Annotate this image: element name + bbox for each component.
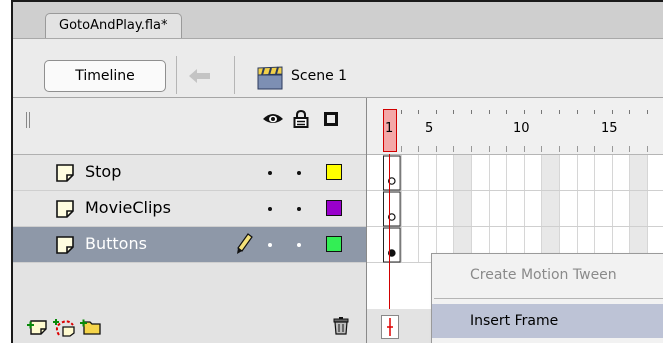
- edit-bar: Timeline Scene 1: [13, 39, 663, 98]
- visibility-dot[interactable]: [268, 243, 272, 247]
- timeline-button[interactable]: Timeline: [44, 60, 166, 92]
- current-frame-label: 1: [385, 121, 394, 136]
- lock-icon[interactable]: [293, 110, 309, 128]
- frame-cell-highlight: [453, 155, 471, 263]
- edit-bar-separator: [234, 56, 235, 94]
- flash-editor-window: GotoAndPlay.fla* Timeline Scene 1 Stop M…: [11, 0, 663, 343]
- menu-item-create-motion-tween[interactable]: Create Motion Tween: [432, 258, 663, 292]
- frame-ruler[interactable]: 1 5 10 15: [367, 98, 663, 155]
- layer-color-swatch[interactable]: [326, 236, 342, 252]
- keyframe-cell: [383, 155, 401, 191]
- panel-grip-icon[interactable]: [26, 112, 30, 128]
- layer-row-movieclips[interactable]: MovieClips: [13, 191, 366, 227]
- lock-dot[interactable]: [297, 207, 301, 211]
- menu-item-insert-frame[interactable]: Insert Frame: [432, 304, 663, 338]
- back-arrow-icon[interactable]: [188, 68, 212, 84]
- layers-header: [13, 98, 366, 155]
- delete-layer-icon[interactable]: [333, 317, 349, 335]
- scene-clapper-icon[interactable]: [256, 66, 284, 90]
- insert-layer-icon[interactable]: [26, 317, 48, 335]
- lock-dot[interactable]: [297, 171, 301, 175]
- document-tab-strip: GotoAndPlay.fla*: [13, 2, 663, 39]
- edit-bar-separator: [176, 56, 177, 94]
- visibility-dot[interactable]: [268, 171, 272, 175]
- ruler-label: 5: [425, 121, 434, 136]
- eye-icon[interactable]: [262, 112, 284, 126]
- layer-row-stop[interactable]: Stop: [13, 155, 366, 191]
- layer-color-swatch[interactable]: [326, 164, 342, 180]
- context-menu: Create Motion Tween Insert Frame: [431, 253, 663, 343]
- scene-label[interactable]: Scene 1: [291, 65, 347, 87]
- ruler-label: 15: [601, 121, 618, 136]
- layer-name[interactable]: Buttons: [85, 233, 147, 255]
- layer-color-swatch[interactable]: [326, 200, 342, 216]
- menu-separator: [434, 298, 663, 299]
- layer-name[interactable]: Stop: [85, 161, 121, 183]
- pencil-icon: [237, 233, 253, 254]
- keyframe-cell: [383, 227, 401, 263]
- layer-row-buttons[interactable]: Buttons: [13, 227, 366, 263]
- add-motion-guide-icon[interactable]: [52, 317, 76, 337]
- insert-layer-folder-icon[interactable]: [79, 317, 101, 335]
- layers-footer: [13, 309, 366, 343]
- layer-icon: [56, 236, 74, 254]
- keyframe-cell: [383, 191, 401, 227]
- outline-icon[interactable]: [324, 112, 338, 126]
- center-frame-icon[interactable]: [381, 315, 399, 339]
- document-tab[interactable]: GotoAndPlay.fla*: [45, 13, 182, 38]
- layer-name[interactable]: MovieClips: [85, 197, 171, 219]
- frame-cell-highlight: [629, 155, 647, 263]
- ruler-label: 10: [513, 121, 530, 136]
- visibility-dot[interactable]: [268, 207, 272, 211]
- layers-panel: Stop MovieClips Buttons: [13, 98, 367, 343]
- lock-dot[interactable]: [297, 243, 301, 247]
- layer-icon: [56, 200, 74, 218]
- layer-icon: [56, 164, 74, 182]
- frame-cell-highlight: [541, 155, 559, 263]
